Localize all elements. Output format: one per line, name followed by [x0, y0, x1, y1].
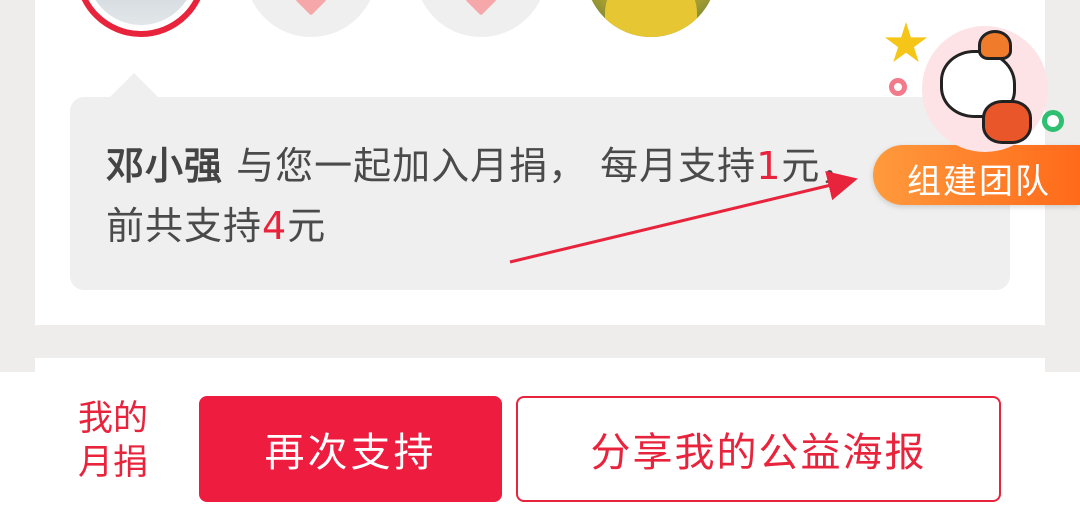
my-monthly-donation-link[interactable]: 我的 月捐	[78, 397, 168, 485]
support-again-button[interactable]: 再次支持	[199, 396, 502, 502]
total-prefix: 前共支持	[106, 204, 263, 248]
mascot-body	[982, 100, 1032, 144]
avatar-photo	[87, 0, 195, 25]
donor-name: 邓小强	[106, 144, 224, 188]
build-team-label: 组建团队	[907, 162, 1051, 202]
total-amount: 4	[262, 204, 288, 248]
share-poster-button[interactable]: 分享我的公益海报	[516, 396, 1001, 502]
my-label-line1: 我的	[78, 399, 149, 439]
page: 邓小强 与您一起加入月捐， 每月支持1元， 前共支持4元 组建团队 我的 月捐 …	[0, 0, 1080, 514]
message-join-text: 与您一起加入月捐， 每月支持	[223, 144, 757, 188]
my-label-line2: 月捐	[78, 443, 149, 483]
total-unit: 元	[287, 204, 327, 248]
ring-decoration	[889, 78, 907, 96]
message-line-2: 前共支持4元	[106, 196, 986, 256]
ring-decoration	[1042, 110, 1064, 132]
build-team-button[interactable]: 组建团队	[873, 145, 1080, 205]
message-line-1: 邓小强 与您一起加入月捐， 每月支持1元，	[106, 136, 986, 196]
mascot-hat	[978, 30, 1012, 60]
avatar-shirt	[605, 0, 697, 37]
heart-icon	[465, 0, 497, 16]
heart-icon	[295, 0, 327, 16]
monthly-unit: 元，	[781, 144, 860, 188]
message-text: 邓小强 与您一起加入月捐， 每月支持1元， 前共支持4元	[106, 136, 986, 256]
monthly-amount: 1	[756, 144, 782, 188]
mascot-icon[interactable]	[922, 26, 1048, 152]
